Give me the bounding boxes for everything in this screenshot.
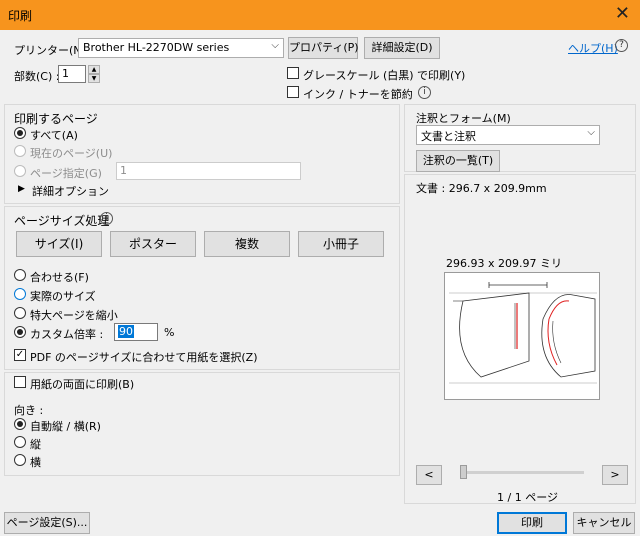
next-page-button[interactable]: > xyxy=(602,465,628,485)
choose-paper-label: PDF のページサイズに合わせて用紙を選択(Z) xyxy=(30,351,258,364)
window-title: 印刷 xyxy=(8,9,33,23)
percent-label: % xyxy=(164,326,175,339)
landscape-label: 横 xyxy=(30,456,41,469)
save-ink-label: インク / トナーを節約 xyxy=(303,88,413,101)
tab-multiple[interactable]: 複数 xyxy=(204,231,290,257)
copies-input[interactable]: 1 xyxy=(58,65,86,83)
printer-select-value: Brother HL-2270DW series xyxy=(83,41,230,54)
duplex-label: 用紙の両面に印刷(B) xyxy=(30,378,135,391)
choose-paper-checkbox[interactable]: ✓ xyxy=(14,349,26,361)
help-link[interactable]: ヘルプ(H) xyxy=(568,40,618,56)
chevron-down-icon: ⌵ xyxy=(587,127,595,138)
page-range-label: ページ指定(G) xyxy=(30,167,102,180)
paper-size-label: 296.93 x 209.97 ミリ xyxy=(446,257,562,270)
all-pages-radio[interactable] xyxy=(14,127,26,139)
tab-size[interactable]: サイズ(I) xyxy=(16,231,102,257)
preview-drawing xyxy=(449,282,597,384)
custom-scale-input[interactable]: 90 xyxy=(114,323,158,341)
page-setup-button[interactable]: ページ設定(S)... xyxy=(4,512,90,534)
summarize-comments-button[interactable]: 注釈の一覧(T) xyxy=(416,150,500,172)
document-size-label: 文書 : 296.7 x 209.9mm xyxy=(416,182,547,195)
comments-forms-select[interactable]: 文書と注釈 ⌵ xyxy=(416,125,600,145)
actual-size-radio[interactable] xyxy=(14,288,26,300)
stepper-down-icon[interactable]: ▼ xyxy=(88,74,100,83)
previous-page-button[interactable]: < xyxy=(416,465,442,485)
grayscale-checkbox[interactable] xyxy=(287,67,299,79)
page-range-input[interactable]: 1 xyxy=(116,162,301,180)
stepper-up-icon[interactable]: ▲ xyxy=(88,65,100,74)
portrait-label: 縦 xyxy=(30,438,41,451)
pages-to-print-heading: 印刷するページ xyxy=(14,112,98,126)
actual-size-label: 実際のサイズ xyxy=(30,290,96,303)
comments-forms-value: 文書と注釈 xyxy=(421,130,476,143)
orientation-heading: 向き : xyxy=(14,404,44,417)
fit-label: 合わせる(F) xyxy=(30,271,89,284)
copies-label: 部数(C) : xyxy=(14,70,60,83)
custom-scale-label: カスタム倍率 : xyxy=(30,328,104,341)
copies-stepper[interactable]: ▲ ▼ xyxy=(88,65,100,83)
auto-orientation-radio[interactable] xyxy=(14,418,26,430)
info-icon[interactable]: i xyxy=(418,86,431,99)
portrait-radio[interactable] xyxy=(14,436,26,448)
duplex-checkbox[interactable] xyxy=(14,376,26,388)
tab-booklet[interactable]: 小冊子 xyxy=(298,231,384,257)
custom-scale-radio[interactable] xyxy=(14,326,26,338)
shrink-radio[interactable] xyxy=(14,307,26,319)
page-preview xyxy=(444,272,600,400)
shrink-label: 特大ページを縮小 xyxy=(30,309,118,322)
title-bar: 印刷 ✕ xyxy=(0,0,640,30)
properties-button[interactable]: プロパティ(P) xyxy=(288,37,359,59)
page-sizing-heading: ページサイズ処理 xyxy=(14,214,110,228)
page-slider-thumb[interactable] xyxy=(460,465,467,479)
print-button[interactable]: 印刷 xyxy=(497,512,567,534)
current-page-radio[interactable] xyxy=(14,145,26,157)
printer-select[interactable]: Brother HL-2270DW series ⌵ xyxy=(78,38,284,58)
page-indicator: 1 / 1 ページ xyxy=(497,491,558,504)
auto-orientation-label: 自動縦 / 横(R) xyxy=(30,420,101,433)
tab-poster[interactable]: ポスター xyxy=(110,231,196,257)
cancel-button[interactable]: キャンセル xyxy=(573,512,635,534)
page-slider-track[interactable] xyxy=(460,471,584,474)
comments-forms-heading: 注釈とフォーム(M) xyxy=(416,112,511,125)
all-pages-label: すべて(A) xyxy=(30,129,78,142)
chevron-down-icon: ⌵ xyxy=(271,40,279,51)
close-icon[interactable]: ✕ xyxy=(615,3,630,24)
current-page-label: 現在のページ(U) xyxy=(30,147,113,160)
page-range-radio[interactable] xyxy=(14,165,26,177)
grayscale-label: グレースケール (白黒) で印刷(Y) xyxy=(303,69,466,82)
help-icon[interactable]: ? xyxy=(615,39,628,52)
more-options-label[interactable]: 詳細オプション xyxy=(32,183,109,199)
info-icon[interactable]: i xyxy=(100,212,113,225)
landscape-radio[interactable] xyxy=(14,454,26,466)
fit-radio[interactable] xyxy=(14,269,26,281)
advanced-button[interactable]: 詳細設定(D) xyxy=(364,37,440,59)
save-ink-checkbox[interactable] xyxy=(287,86,299,98)
expand-triangle-icon[interactable]: ▶ xyxy=(18,184,25,194)
